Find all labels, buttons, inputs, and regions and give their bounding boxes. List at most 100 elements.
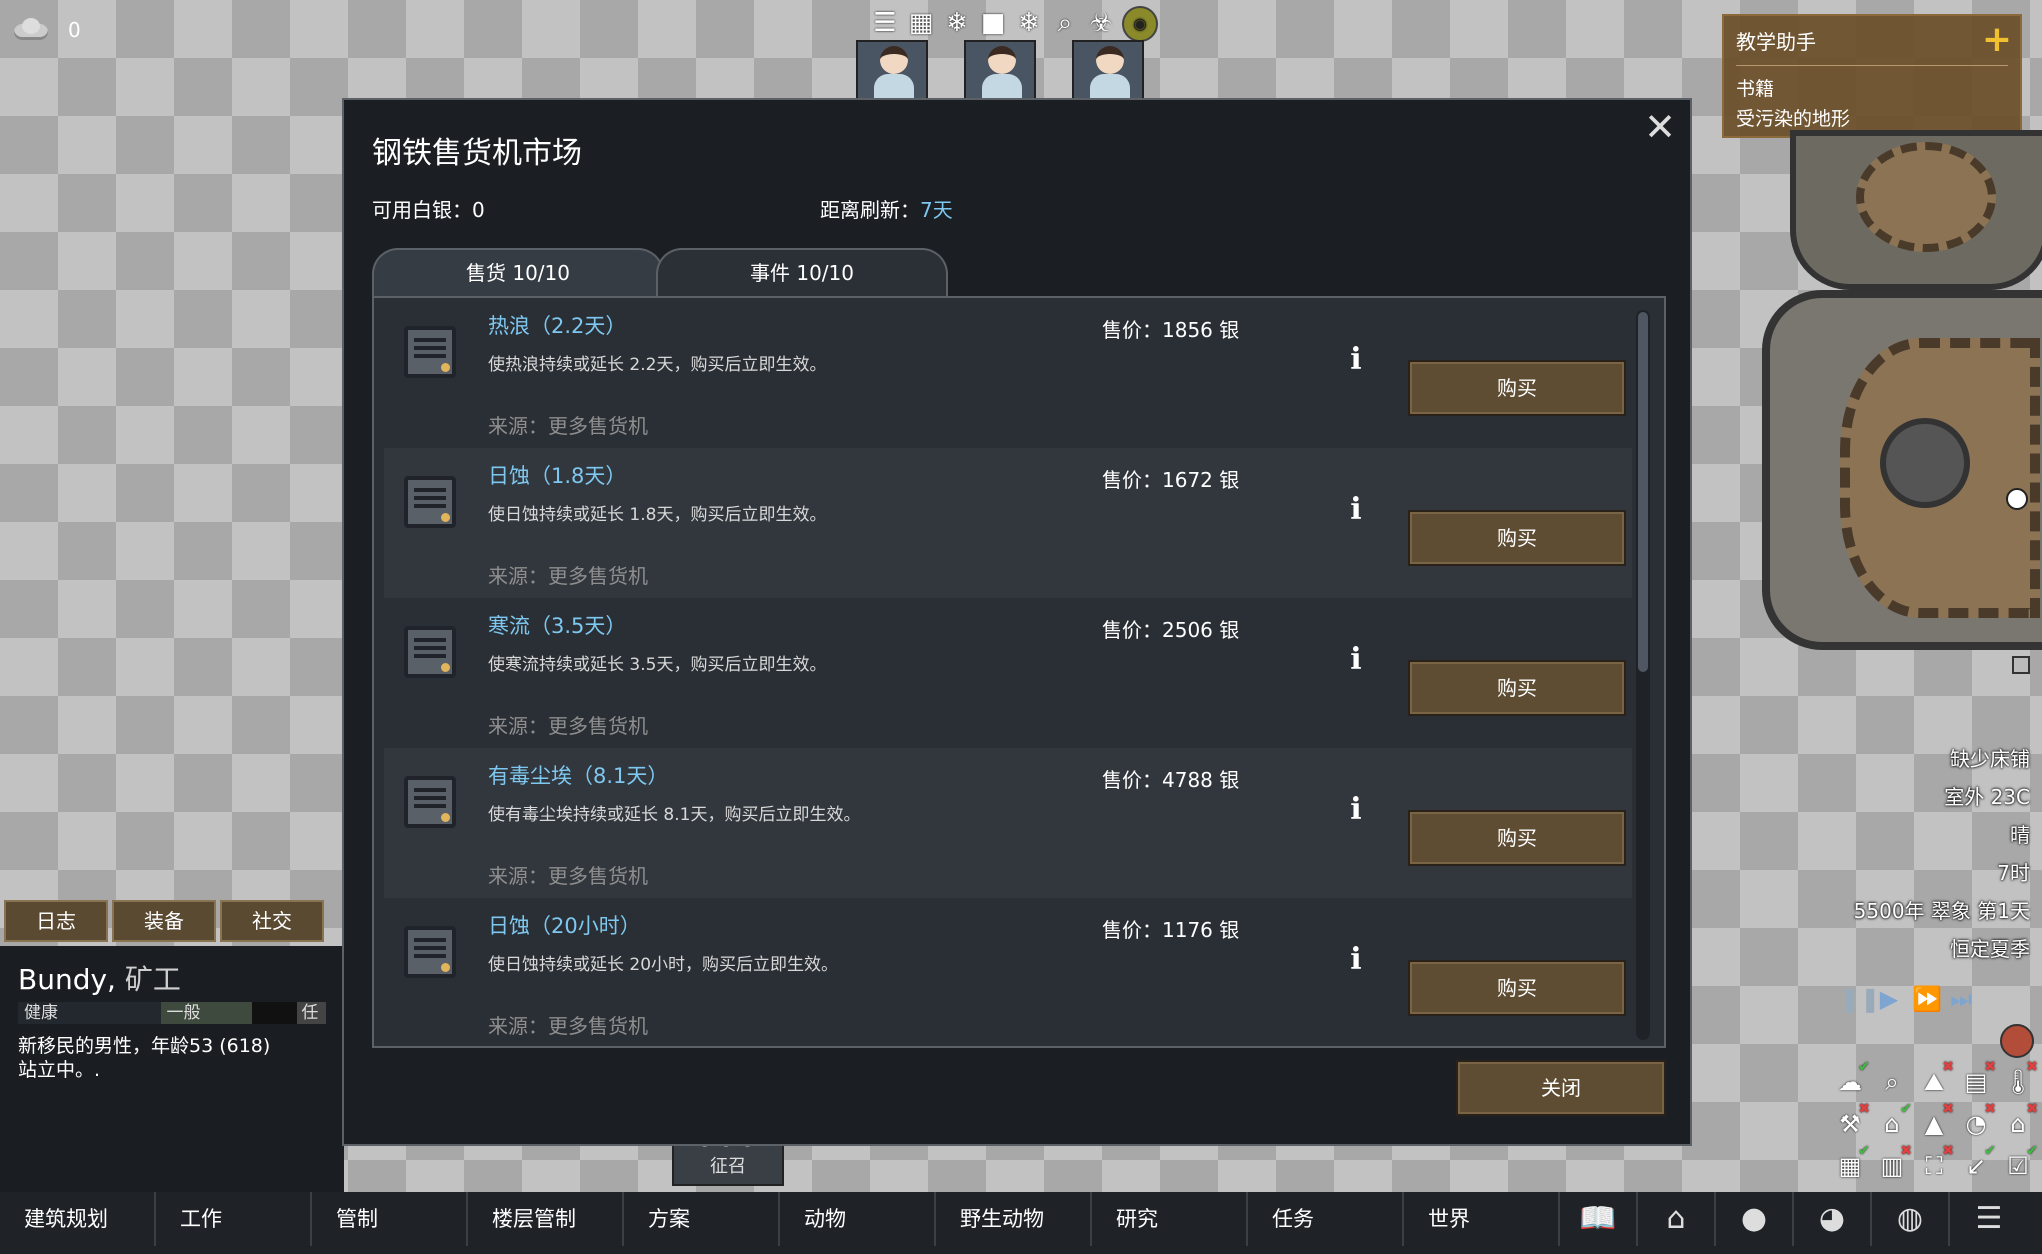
chat-icon[interactable]: ☁ ✔ [1832, 1060, 1870, 1100]
colonist-portrait-2[interactable] [964, 40, 1036, 100]
fertility-icon[interactable]: ▲ ✖ [1916, 1102, 1954, 1142]
table-icon[interactable]: ▤ ✖ [1958, 1060, 1996, 1100]
list-item: 有毒尘埃（8.1天） 使有毒尘埃持续或延长 8.1天，购买后立即生效。 来源：更… [384, 748, 1632, 898]
building-icon[interactable]: ▥ ✖ [1874, 1144, 1912, 1184]
tab-world[interactable]: 世界 [1404, 1192, 1560, 1246]
house-icon[interactable]: ⌂ ✔ [1874, 1102, 1912, 1142]
fast-forward-icon[interactable]: ⏩ [1912, 986, 1942, 1012]
tab-animals[interactable]: 动物 [780, 1192, 936, 1246]
buy-button[interactable]: 购买 [1408, 960, 1626, 1016]
tab-research[interactable]: 研究 [1092, 1192, 1248, 1246]
pause-icon[interactable]: ❚❚ [1840, 986, 1880, 1012]
goods-list[interactable]: 热浪（2.2天） 使热浪持续或延长 2.2天，购买后立即生效。 来源：更多售货机… [372, 296, 1666, 1048]
grid-icon[interactable]: ▦ [906, 6, 936, 40]
item-name: 日蚀（20小时） [488, 914, 641, 938]
tab-goods[interactable]: 售货 10/10 [372, 248, 664, 298]
draft-label: 征召 [710, 1156, 746, 1177]
lightbulb-icon[interactable]: ● [1716, 1192, 1794, 1246]
vending-market-dialog: ✕ 钢铁售货机市场 可用白银：0 距离刷新：7天 售货 10/10 事件 10/… [342, 98, 1692, 1146]
item-source: 来源：更多售货机 [488, 1014, 648, 1038]
info-icon[interactable]: i [1344, 642, 1368, 677]
close-icon[interactable]: ✕ [1644, 108, 1676, 146]
item-source: 来源：更多售货机 [488, 414, 648, 438]
item-source: 来源：更多售货机 [488, 714, 648, 738]
overlay-toggles: ☁ ✔ ⌕ ⛰ ✖ ▤ ✖ 🌡 ✖ ⚒ ✖ ⌂ ✔ ▲ ✖ ◔ ✖ ⌂ ✖ ▦ ✔ ▥ ✖ ⛶ ✖ ↙ ✔… [1832, 1060, 2038, 1184]
info-icon[interactable]: i [1344, 342, 1368, 377]
square-icon[interactable]: ■ [978, 6, 1008, 40]
learning-helper-item[interactable]: 书籍 [1736, 74, 2008, 104]
superfast-icon[interactable]: ⏭ [1948, 986, 1974, 1012]
ideology-icon[interactable]: ◕ [1794, 1192, 1872, 1246]
stamp-icon[interactable]: ⛶ ✖ [1916, 1144, 1954, 1184]
tab-events[interactable]: 事件 10/10 [656, 248, 948, 298]
buy-button[interactable]: 购买 [1408, 360, 1626, 416]
tab-wildlife[interactable]: 野生动物 [936, 1192, 1092, 1246]
vending-machine-icon [404, 326, 456, 378]
info-icon[interactable]: i [1344, 942, 1368, 977]
wealth-value: 0 [68, 18, 81, 42]
zone-icon[interactable]: ▦ ✔ [1832, 1144, 1870, 1184]
mask-icon[interactable]: ◉ [1122, 6, 1158, 42]
landscape-icon[interactable]: ⛰ ✖ [1916, 1060, 1954, 1100]
scrollbar[interactable] [1636, 310, 1650, 1040]
item-description: 使寒流持续或延长 3.5天，购买后立即生效。 [488, 655, 827, 675]
item-description: 使有毒尘埃持续或延长 8.1天，购买后立即生效。 [488, 805, 861, 825]
factions-icon[interactable]: ⌂ [1638, 1192, 1716, 1246]
scrollbar-thumb[interactable] [1638, 312, 1648, 672]
tab-architect[interactable]: 建筑规划 [0, 1192, 156, 1246]
tab-quests[interactable]: 任务 [1248, 1192, 1404, 1246]
tab-restrict[interactable]: 管制 [312, 1192, 468, 1246]
colonist-portrait-1[interactable] [856, 40, 928, 100]
close-button[interactable]: 关闭 [1456, 1060, 1666, 1116]
tab-social[interactable]: 社交 [220, 900, 324, 942]
menu-icon[interactable]: ☰ [1950, 1192, 2028, 1246]
tab-gear[interactable]: 装备 [112, 900, 216, 942]
book-icon[interactable]: 📖 [1560, 1192, 1638, 1246]
status-line: 晴 [2010, 823, 2030, 847]
tab-log[interactable]: 日志 [4, 900, 108, 942]
status-readout: 缺少床铺 室外 23C 晴 7时 5500年 翠象 第1天 恒定夏季 [1854, 740, 2030, 968]
status-line[interactable]: 缺少床铺 [1854, 740, 2030, 778]
tab-assign[interactable]: 方案 [624, 1192, 780, 1246]
pawn-name-line[interactable]: Bundy, 矿工 [18, 958, 326, 998]
snowflake-play-icon[interactable]: ❄ [942, 6, 972, 40]
top-icon-bar: ☰ ▦ ❄ ■ ❄ ⌕ ☣ ◉ [870, 6, 1158, 42]
plus-icon[interactable]: + [1982, 22, 2012, 58]
refresh-value: 7天 [920, 198, 953, 222]
item-source: 来源：更多售货机 [488, 864, 648, 888]
hammer-icon[interactable]: ⚒ ✖ [1832, 1102, 1870, 1142]
magnifier-icon[interactable]: ⌕ [1874, 1064, 1910, 1100]
item-price: 售价：1176 银 [1102, 918, 1240, 942]
item-price: 售价：1672 银 [1102, 468, 1240, 492]
buy-button[interactable]: 购买 [1408, 810, 1626, 866]
tab-work[interactable]: 工作 [156, 1192, 312, 1246]
list-icon[interactable]: ☰ [870, 6, 900, 40]
refresh-timer: 距离刷新：7天 [820, 194, 953, 223]
speedometer-icon[interactable]: ◔ ✖ [1958, 1102, 1996, 1142]
checklist-icon[interactable]: ☑ ✔ [2000, 1144, 2038, 1184]
buy-button[interactable]: 购买 [1408, 510, 1626, 566]
tab-floor-restrict[interactable]: 楼层管制 [468, 1192, 624, 1246]
info-icon[interactable]: i [1344, 492, 1368, 527]
avatar[interactable] [2000, 1024, 2034, 1058]
magnifier-icon[interactable]: ⌕ [1050, 6, 1080, 40]
helmet-icon[interactable]: ◍ [1872, 1192, 1950, 1246]
snowflake-play-icon-2[interactable]: ❄ [1014, 6, 1044, 40]
info-icon[interactable]: i [1344, 792, 1368, 827]
extra-label: 任 [297, 1002, 326, 1024]
roof-icon[interactable]: ⌂ ✖ [2000, 1102, 2038, 1142]
item-name: 有毒尘埃（8.1天） [488, 764, 669, 788]
vending-machine-icon [404, 626, 456, 678]
play-icon[interactable]: ▶ [1876, 986, 1902, 1012]
buy-button[interactable]: 购买 [1408, 660, 1626, 716]
list-item: 日蚀（1.8天） 使日蚀持续或延长 1.8天，购买后立即生效。 来源：更多售货机… [384, 448, 1632, 598]
status-line: 室外 23C [1944, 785, 2030, 809]
item-name: 日蚀（1.8天） [488, 464, 627, 488]
colonist-portrait-3[interactable] [1072, 40, 1144, 100]
item-description: 使日蚀持续或延长 1.8天，购买后立即生效。 [488, 505, 827, 525]
arrow-icon[interactable]: ↙ ✔ [1958, 1144, 1996, 1184]
thermometer-icon[interactable]: 🌡 ✖ [2000, 1060, 2038, 1100]
speed-controls: ❚❚ ▶ ⏩ ⏭ [1840, 986, 1974, 1012]
biohazard-icon[interactable]: ☣ [1086, 6, 1116, 40]
learning-helper-panel[interactable]: 教学助手 + 书籍 受污染的地形 [1722, 14, 2022, 138]
